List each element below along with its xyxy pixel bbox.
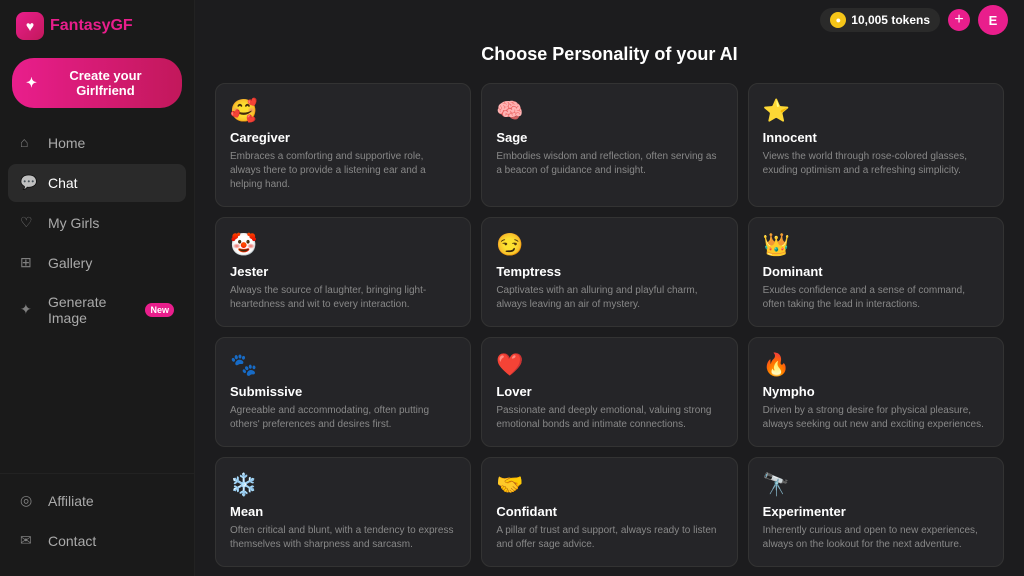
card-desc-caregiver: Embraces a comforting and supportive rol… <box>230 150 456 192</box>
card-desc-jester: Always the source of laughter, bringing … <box>230 284 456 312</box>
affiliate-label: Affiliate <box>48 493 94 509</box>
sidebar-item-gallery[interactable]: ⊞ Gallery <box>8 244 186 282</box>
card-emoji-temptress: 😏 <box>496 232 722 258</box>
personality-card-dominant[interactable]: 👑 Dominant Exudes confidence and a sense… <box>748 217 1004 327</box>
create-girlfriend-button[interactable]: ✦ Create your Girlfriend <box>12 58 182 108</box>
card-emoji-lover: ❤️ <box>496 352 722 378</box>
gallery-icon: ⊞ <box>20 254 38 272</box>
card-title-temptress: Temptress <box>496 264 722 279</box>
card-desc-lover: Passionate and deeply emotional, valuing… <box>496 404 722 432</box>
logo-icon: ♥ <box>16 12 44 40</box>
coin-icon: ● <box>830 12 846 28</box>
card-desc-sage: Embodies wisdom and reflection, often se… <box>496 150 722 178</box>
card-title-lover: Lover <box>496 384 722 399</box>
sidebar-item-home[interactable]: ⌂ Home <box>8 124 186 162</box>
card-title-experimenter: Experimenter <box>763 504 989 519</box>
card-title-submissive: Submissive <box>230 384 456 399</box>
new-badge: New <box>145 303 174 317</box>
generate-image-label: Generate Image <box>48 294 131 326</box>
token-count: 10,005 tokens <box>851 13 930 27</box>
chat-icon: 💬 <box>20 174 38 192</box>
personality-grid: 🥰 Caregiver Embraces a comforting and su… <box>215 83 1004 567</box>
personality-card-innocent[interactable]: ⭐ Innocent Views the world through rose-… <box>748 83 1004 207</box>
my-girls-label: My Girls <box>48 215 99 231</box>
card-desc-confidant: A pillar of trust and support, always re… <box>496 524 722 552</box>
sidebar-item-affiliate[interactable]: ◎ Affiliate <box>8 482 186 520</box>
content-area: Choose Personality of your AI 🥰 Caregive… <box>195 0 1024 576</box>
token-badge: ● 10,005 tokens <box>820 8 940 32</box>
logo-text-white: Fantasy <box>50 17 110 34</box>
card-title-mean: Mean <box>230 504 456 519</box>
card-desc-mean: Often critical and blunt, with a tendenc… <box>230 524 456 552</box>
card-desc-dominant: Exudes confidence and a sense of command… <box>763 284 989 312</box>
personality-card-experimenter[interactable]: 🔭 Experimenter Inherently curious and op… <box>748 457 1004 567</box>
sidebar-item-my-girls[interactable]: ♡ My Girls <box>8 204 186 242</box>
card-emoji-sage: 🧠 <box>496 98 722 124</box>
sidebar-bottom: ◎ Affiliate ✉ Contact <box>0 473 194 576</box>
card-desc-experimenter: Inherently curious and open to new exper… <box>763 524 989 552</box>
card-emoji-nympho: 🔥 <box>763 352 989 378</box>
main-content: ● 10,005 tokens + E Choose Personality o… <box>195 0 1024 576</box>
card-title-jester: Jester <box>230 264 456 279</box>
card-desc-nympho: Driven by a strong desire for physical p… <box>763 404 989 432</box>
personality-card-mean[interactable]: ❄️ Mean Often critical and blunt, with a… <box>215 457 471 567</box>
card-emoji-caregiver: 🥰 <box>230 98 456 124</box>
card-emoji-jester: 🤡 <box>230 232 456 258</box>
sidebar-item-chat[interactable]: 💬 Chat <box>8 164 186 202</box>
create-button-label: Create your Girlfriend <box>43 68 168 98</box>
card-title-nympho: Nympho <box>763 384 989 399</box>
card-desc-submissive: Agreeable and accommodating, often putti… <box>230 404 456 432</box>
card-title-dominant: Dominant <box>763 264 989 279</box>
card-emoji-experimenter: 🔭 <box>763 472 989 498</box>
logo: ♥ FantasyGF <box>0 0 194 50</box>
personality-card-lover[interactable]: ❤️ Lover Passionate and deeply emotional… <box>481 337 737 447</box>
avatar[interactable]: E <box>978 5 1008 35</box>
personality-card-caregiver[interactable]: 🥰 Caregiver Embraces a comforting and su… <box>215 83 471 207</box>
card-desc-temptress: Captivates with an alluring and playful … <box>496 284 722 312</box>
card-title-confidant: Confidant <box>496 504 722 519</box>
card-emoji-confidant: 🤝 <box>496 472 722 498</box>
personality-card-nympho[interactable]: 🔥 Nympho Driven by a strong desire for p… <box>748 337 1004 447</box>
personality-card-temptress[interactable]: 😏 Temptress Captivates with an alluring … <box>481 217 737 327</box>
create-icon: ✦ <box>26 75 37 91</box>
generate-image-icon: ✦ <box>20 301 38 319</box>
sidebar-nav: ⌂ Home 💬 Chat ♡ My Girls ⊞ Gallery ✦ Gen… <box>0 124 194 473</box>
my-girls-icon: ♡ <box>20 214 38 232</box>
card-title-sage: Sage <box>496 130 722 145</box>
personality-card-jester[interactable]: 🤡 Jester Always the source of laughter, … <box>215 217 471 327</box>
personality-section-title: Choose Personality of your AI <box>215 44 1004 65</box>
top-bar: ● 10,005 tokens + E <box>195 0 1024 40</box>
contact-icon: ✉ <box>20 532 38 550</box>
card-emoji-dominant: 👑 <box>763 232 989 258</box>
add-tokens-button[interactable]: + <box>948 9 970 31</box>
personality-card-confidant[interactable]: 🤝 Confidant A pillar of trust and suppor… <box>481 457 737 567</box>
logo-text: FantasyGF <box>50 17 133 35</box>
affiliate-icon: ◎ <box>20 492 38 510</box>
contact-label: Contact <box>48 533 96 549</box>
logo-text-pink: GF <box>110 17 132 34</box>
home-icon: ⌂ <box>20 134 38 152</box>
card-emoji-submissive: 🐾 <box>230 352 456 378</box>
home-label: Home <box>48 135 85 151</box>
gallery-label: Gallery <box>48 255 92 271</box>
personality-card-sage[interactable]: 🧠 Sage Embodies wisdom and reflection, o… <box>481 83 737 207</box>
card-desc-innocent: Views the world through rose-colored gla… <box>763 150 989 178</box>
chat-label: Chat <box>48 175 78 191</box>
sidebar-item-generate-image[interactable]: ✦ Generate Image New <box>8 284 186 336</box>
card-title-innocent: Innocent <box>763 130 989 145</box>
sidebar: ♥ FantasyGF ✦ Create your Girlfriend ⌂ H… <box>0 0 195 576</box>
card-emoji-innocent: ⭐ <box>763 98 989 124</box>
personality-card-submissive[interactable]: 🐾 Submissive Agreeable and accommodating… <box>215 337 471 447</box>
card-title-caregiver: Caregiver <box>230 130 456 145</box>
card-emoji-mean: ❄️ <box>230 472 456 498</box>
sidebar-item-contact[interactable]: ✉ Contact <box>8 522 186 560</box>
